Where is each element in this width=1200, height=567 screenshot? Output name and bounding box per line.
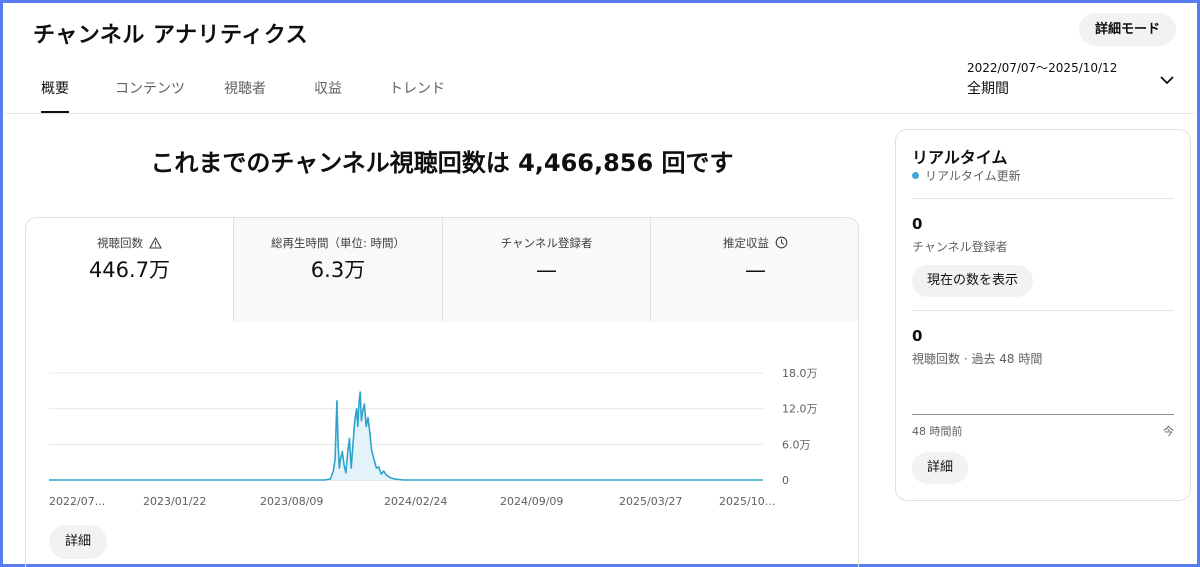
realtime-divider [912, 310, 1174, 311]
metric-revenue[interactable]: 推定収益 — [650, 218, 858, 322]
date-range-dates: 2022/07/07～2025/10/12 [967, 61, 1118, 75]
tab-trends[interactable]: トレンド [389, 69, 445, 113]
metric-views[interactable]: 視聴回数 446.7万 [26, 218, 233, 322]
metric-revenue-value: — [745, 258, 766, 282]
x-tick-label: 2022/07... [49, 495, 105, 508]
x-tick-label: 2023/08/09 [260, 495, 323, 508]
y-tick-label: 18.0万 [782, 367, 818, 380]
realtime-axis-end: 今 [1163, 425, 1174, 438]
tab-audience[interactable]: 視聴者 [224, 69, 266, 113]
realtime-title: リアルタイム [912, 148, 1008, 167]
y-tick-label: 12.0万 [782, 403, 818, 416]
overview-chart-card: 視聴回数 446.7万 総再生時間（単位: 時間） 6.3万 チャンネル登録者 … [25, 217, 859, 567]
metric-tabs: 視聴回数 446.7万 総再生時間（単位: 時間） 6.3万 チャンネル登録者 … [26, 218, 858, 322]
advanced-mode-button[interactable]: 詳細モード [1078, 13, 1176, 46]
tab-revenue[interactable]: 収益 [314, 69, 342, 113]
show-current-count-button[interactable]: 現在の数を表示 [912, 265, 1034, 297]
metric-subscribers-label: チャンネル登録者 [500, 236, 593, 250]
x-tick-label: 2025/03/27 [619, 495, 682, 508]
total-views-headline: これまでのチャンネル視聴回数は 4,466,856 回です [150, 149, 734, 177]
realtime-axis-start: 48 時間前 [912, 425, 963, 438]
x-tick-label: 2025/10... [719, 495, 775, 508]
x-tick-label: 2023/01/22 [143, 495, 206, 508]
date-range-period: 全期間 [967, 81, 1009, 97]
realtime-chart-axis [912, 414, 1174, 415]
x-tick-label: 2024/02/24 [384, 495, 447, 508]
metric-views-label: 視聴回数 [97, 236, 143, 250]
metric-subscribers-value: — [536, 258, 557, 282]
metric-views-value: 446.7万 [88, 258, 171, 282]
views-line [49, 391, 763, 481]
views-line-chart: 0 6.0万 12.0万 18.0万 2022/07... 2023/01/22 2023/… [49, 367, 818, 508]
y-tick-label: 0 [782, 474, 789, 487]
metric-watch-time-label: 総再生時間（単位: 時間） [270, 236, 406, 250]
metric-watch-time[interactable]: 総再生時間（単位: 時間） 6.3万 [233, 218, 442, 322]
realtime-views-value: 0 [912, 327, 923, 345]
y-tick-label: 6.0万 [782, 438, 811, 451]
realtime-card: リアルタイム リアルタイム更新 0 チャンネル登録者 現在の数を表示 0 視聴回… [895, 129, 1191, 501]
live-dot-icon [912, 172, 919, 179]
metric-watch-time-value: 6.3万 [310, 258, 366, 282]
realtime-subtitle: リアルタイム更新 [925, 169, 1021, 183]
realtime-views-label: 視聴回数 · 過去 48 時間 [912, 352, 1043, 366]
warning-icon [149, 237, 162, 249]
realtime-subscribers-value: 0 [912, 215, 923, 233]
chart-detail-button[interactable]: 詳細 [49, 525, 108, 559]
realtime-divider [912, 198, 1174, 199]
x-tick-label: 2024/09/09 [500, 495, 563, 508]
metric-revenue-label: 推定収益 [723, 236, 769, 250]
clock-icon [775, 236, 788, 249]
tab-overview[interactable]: 概要 [41, 69, 69, 113]
realtime-detail-button[interactable]: 詳細 [912, 452, 969, 484]
header-divider [6, 113, 1194, 114]
date-range-selector[interactable]: 2022/07/07～2025/10/12 全期間 [967, 60, 1117, 100]
page-title: チャンネル アナリティクス [33, 23, 309, 48]
chevron-down-icon[interactable] [1158, 71, 1176, 89]
tab-content[interactable]: コンテンツ [115, 69, 185, 113]
analytics-window: チャンネル アナリティクス 詳細モード 概要 コンテンツ 視聴者 収益 トレンド… [0, 0, 1200, 567]
metric-subscribers[interactable]: チャンネル登録者 — [442, 218, 650, 322]
views-area [49, 392, 763, 480]
realtime-subscribers-label: チャンネル登録者 [912, 240, 1008, 254]
